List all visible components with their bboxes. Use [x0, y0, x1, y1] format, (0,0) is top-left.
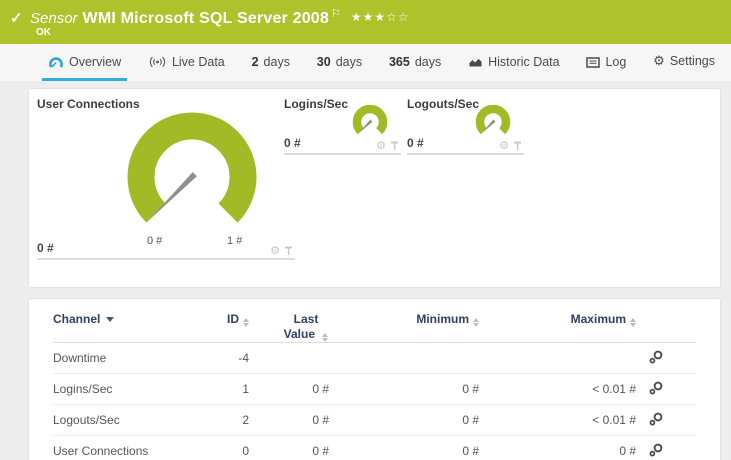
- edit-channel-icon[interactable]: [648, 442, 664, 460]
- cell-channel[interactable]: Logouts/Sec: [53, 413, 191, 427]
- cell-channel[interactable]: Downtime: [53, 351, 191, 365]
- cell-channel[interactable]: Logins/Sec: [53, 382, 191, 396]
- table-header-row: Channel ID Last Value Minimum Maximum: [53, 299, 696, 343]
- tab-label: days: [263, 55, 290, 69]
- sensor-title: WMI Microsoft SQL Server 2008: [82, 10, 330, 27]
- edit-channel-icon[interactable]: [648, 349, 664, 368]
- tab-label: days: [335, 55, 363, 69]
- table-row-user-connections[interactable]: User Connections 0 0 # 0 # 0 #: [53, 436, 696, 460]
- gauge-logouts-sec: Logouts/Sec 0 # ⚙: [407, 97, 524, 155]
- tab-number: 2: [251, 55, 259, 69]
- cell-maximum: 0 #: [619, 444, 636, 458]
- tab-label: Overview: [69, 55, 122, 69]
- cell-last-value: 0 #: [312, 382, 329, 396]
- cell-id: -4: [238, 351, 249, 365]
- tab-label: Historic Data: [488, 55, 560, 69]
- cell-last-value: 0 #: [312, 413, 329, 427]
- tab-2-days[interactable]: 2 days: [246, 55, 296, 81]
- cell-last-value: 0 #: [312, 444, 329, 458]
- gauge-icon: [48, 56, 64, 69]
- cell-id: 2: [242, 413, 249, 427]
- sensor-title-line: Sensor WMI Microsoft SQL Server 2008 ⚐ ★★★☆…: [30, 7, 410, 28]
- tab-365-days[interactable]: 365 days: [383, 55, 447, 81]
- gear-icon: ⚙: [653, 53, 665, 68]
- live-signal-icon: [148, 56, 167, 68]
- gauge-current-value: 0 #: [284, 136, 301, 150]
- gauge-current-value: 0 #: [407, 136, 424, 150]
- sort-icon: [630, 318, 636, 327]
- tab-live-data[interactable]: Live Data: [142, 55, 231, 81]
- sort-desc-icon: [106, 317, 115, 322]
- column-header-channel[interactable]: Channel: [53, 312, 191, 326]
- column-header-minimum[interactable]: Minimum: [329, 312, 479, 327]
- table-row-logouts-sec[interactable]: Logouts/Sec 2 0 # 0 # < 0.01 #: [53, 405, 696, 436]
- gauge-settings-icon[interactable]: ⚙: [270, 244, 280, 257]
- tab-number: 30: [316, 55, 331, 69]
- tab-settings[interactable]: ⚙ Settings: [647, 53, 721, 81]
- status-ok-check-icon: ✓: [10, 10, 23, 27]
- tab-label: Settings: [669, 54, 715, 68]
- tab-label: Live Data: [171, 55, 225, 69]
- area-chart-icon: [468, 56, 483, 68]
- tab-label: Log: [605, 55, 627, 69]
- cell-minimum: 0 #: [462, 382, 479, 396]
- pin-icon[interactable]: [513, 141, 522, 151]
- table-row-downtime[interactable]: Downtime -4: [53, 343, 696, 374]
- gauges-panel: User Connections 0 # 1 # 0 # ⚙ Logins/Se…: [28, 88, 721, 288]
- column-header-maximum[interactable]: Maximum: [479, 312, 636, 327]
- edit-channel-icon[interactable]: [648, 380, 664, 399]
- cell-minimum: 0 #: [462, 444, 479, 458]
- table-row-logins-sec[interactable]: Logins/Sec 1 0 # 0 # < 0.01 #: [53, 374, 696, 405]
- stars-filled[interactable]: ★★★: [351, 10, 386, 24]
- cell-maximum: < 0.01 #: [592, 413, 636, 427]
- tab-bar: Overview Live Data 2 days 30 days 365 da…: [0, 44, 731, 81]
- gauge-settings-icon[interactable]: ⚙: [499, 139, 509, 152]
- gauge-scale-min: 0 #: [147, 235, 163, 247]
- tab-overview[interactable]: Overview: [42, 55, 128, 81]
- tab-label: days: [414, 55, 442, 69]
- cell-id: 1: [242, 382, 249, 396]
- cell-minimum: 0 #: [462, 413, 479, 427]
- gauge-current-value: 0 #: [37, 241, 54, 255]
- tab-historic-data[interactable]: Historic Data: [462, 55, 566, 81]
- channel-table-panel: Channel ID Last Value Minimum Maximum Do…: [28, 298, 721, 460]
- sensor-kind-label: Sensor: [30, 10, 78, 27]
- log-list-icon: [586, 56, 601, 68]
- stars-empty[interactable]: ☆☆: [386, 10, 410, 24]
- sort-icon: [322, 333, 329, 342]
- tab-30-days[interactable]: 30 days: [311, 55, 368, 81]
- tab-number: 365: [388, 55, 410, 69]
- priority-stars[interactable]: ★★★☆☆: [351, 10, 410, 24]
- gauge-settings-icon[interactable]: ⚙: [376, 139, 386, 152]
- column-header-id[interactable]: ID: [191, 312, 249, 327]
- cell-maximum: < 0.01 #: [592, 382, 636, 396]
- column-header-last-value[interactable]: Last Value: [249, 312, 329, 342]
- gauge-dial: [127, 112, 257, 223]
- cell-id: 0: [242, 444, 249, 458]
- pin-icon[interactable]: [284, 246, 293, 256]
- pin-icon[interactable]: [390, 141, 399, 151]
- gauge-logins-sec: Logins/Sec 0 # ⚙: [284, 97, 401, 155]
- gauge-user-connections: User Connections 0 # 1 # 0 # ⚙: [37, 97, 295, 260]
- sensor-header: ✓ Sensor WMI Microsoft SQL Server 2008 ⚐ ★★…: [0, 0, 731, 44]
- tab-log[interactable]: Log: [580, 55, 632, 81]
- edit-channel-icon[interactable]: [648, 411, 664, 430]
- gauge-scale-max: 1 #: [227, 235, 243, 247]
- flag-icon[interactable]: ⚐: [331, 8, 341, 20]
- sensor-status-badge: OK: [36, 27, 51, 38]
- cell-channel[interactable]: User Connections: [53, 444, 191, 458]
